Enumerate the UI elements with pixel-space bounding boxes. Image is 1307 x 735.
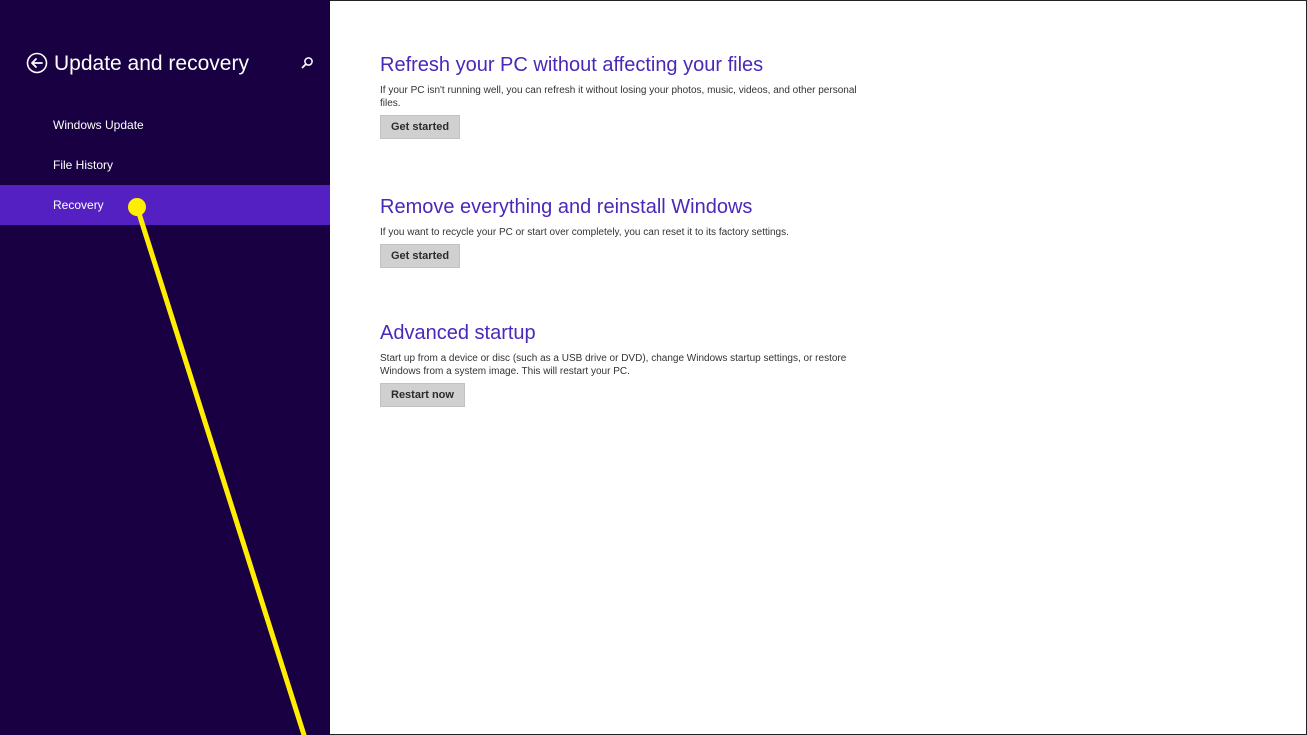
reset-get-started-button[interactable]: Get started xyxy=(380,244,461,268)
section-description: If you want to recycle your PC or start … xyxy=(380,227,789,238)
refresh-get-started-button[interactable]: Get started xyxy=(380,115,461,139)
sidebar-item-file-history[interactable]: File History xyxy=(0,145,330,185)
sidebar: Update and recovery Windows Update File … xyxy=(0,0,330,735)
sidebar-header: Update and recovery xyxy=(26,50,316,82)
restart-now-button[interactable]: Restart now xyxy=(380,383,465,407)
section-description: If your PC isn't running well, you can r… xyxy=(380,85,857,109)
sidebar-item-recovery[interactable]: Recovery xyxy=(0,185,330,225)
section-title: Remove everything and reinstall Windows xyxy=(380,196,753,218)
back-arrow-icon[interactable] xyxy=(26,52,48,74)
section-title: Advanced startup xyxy=(380,322,536,344)
section-refresh: Refresh your PC without affecting your f… xyxy=(380,52,900,139)
sidebar-item-label: Windows Update xyxy=(53,118,144,132)
section-description: Start up from a device or disc (such as … xyxy=(380,353,847,377)
section-advanced-startup: Advanced startup Start up from a device … xyxy=(380,320,900,407)
sidebar-item-windows-update[interactable]: Windows Update xyxy=(0,105,330,145)
sidebar-title: Update and recovery xyxy=(54,52,249,75)
section-title: Refresh your PC without affecting your f… xyxy=(380,54,764,76)
search-icon[interactable] xyxy=(300,56,314,70)
sidebar-item-label: File History xyxy=(53,158,114,172)
main-content: Refresh your PC without affecting your f… xyxy=(380,0,1280,735)
sidebar-item-label: Recovery xyxy=(53,198,104,212)
section-reset: Remove everything and reinstall Windows … xyxy=(380,194,900,268)
